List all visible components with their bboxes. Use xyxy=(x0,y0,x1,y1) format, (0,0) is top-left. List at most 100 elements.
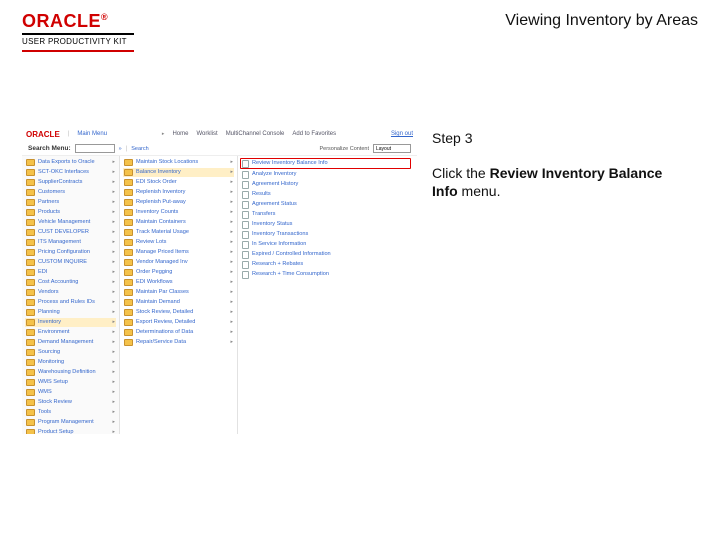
chevron-right-icon: ▸ xyxy=(230,318,233,327)
menu-item-label: Export Review, Detailed xyxy=(136,318,195,327)
chevron-right-icon: ▸ xyxy=(112,388,115,397)
menu-item[interactable]: Order Pegging▸ xyxy=(123,268,234,277)
menu-item[interactable]: Program Management▸ xyxy=(25,418,116,427)
menu-item[interactable]: EDI Workflows▸ xyxy=(123,278,234,287)
menu-item[interactable]: Products▸ xyxy=(25,208,116,217)
folder-icon xyxy=(124,229,133,236)
menu-item[interactable]: Sourcing▸ xyxy=(25,348,116,357)
folder-icon xyxy=(124,329,133,336)
home-link[interactable]: Home xyxy=(172,131,188,137)
menu-item[interactable]: Warehousing Definition▸ xyxy=(25,368,116,377)
menu-item[interactable]: Maintain Demand▸ xyxy=(123,298,234,307)
menu-item[interactable]: Maintain Par Classes▸ xyxy=(123,288,234,297)
menu-item[interactable]: Research + Time Consumption xyxy=(241,270,410,279)
menu-item-label: Inventory Transactions xyxy=(252,230,308,239)
menu-item-label: Transfers xyxy=(252,210,275,219)
menu-item[interactable]: Inventory▸ xyxy=(25,318,116,327)
menu-item-label: Repair/Service Data xyxy=(136,338,186,347)
menu-item[interactable]: ITS Management▸ xyxy=(25,238,116,247)
folder-icon xyxy=(124,169,133,176)
menu-item[interactable]: Partners▸ xyxy=(25,198,116,207)
menu-item[interactable]: In Service Information xyxy=(241,240,410,249)
menu-item[interactable]: Replenish Inventory▸ xyxy=(123,188,234,197)
menu-item[interactable]: Maintain Containers▸ xyxy=(123,218,234,227)
menu-item[interactable]: Research + Rebates xyxy=(241,260,410,269)
file-icon xyxy=(242,181,249,189)
menu-item[interactable]: Results xyxy=(241,190,410,199)
chevron-right-icon: ▸ xyxy=(230,188,233,197)
highlighted-target[interactable]: Review Inventory Balance Info xyxy=(240,158,411,169)
menu-item[interactable]: Agreement History xyxy=(241,180,410,189)
main-menu-link[interactable]: Main Menu xyxy=(77,131,107,137)
menu-item-label: Agreement History xyxy=(252,180,298,189)
menu-item[interactable]: SupplierContracts▸ xyxy=(25,178,116,187)
menu-item[interactable]: Monitoring▸ xyxy=(25,358,116,367)
folder-icon xyxy=(26,349,35,356)
menu-item-label: Partners xyxy=(38,198,59,207)
fav-link[interactable]: Add to Favorites xyxy=(292,131,336,137)
menu-item[interactable]: Product Setup▸ xyxy=(25,428,116,434)
signout-link[interactable]: Sign out xyxy=(391,131,413,137)
menu-item-label: Maintain Containers xyxy=(136,218,186,227)
menu-item[interactable]: Track Material Usage▸ xyxy=(123,228,234,237)
menu-item[interactable]: Expired / Controlled Information xyxy=(241,250,410,259)
logo-rule-black xyxy=(22,33,134,35)
menu-item[interactable]: Customers▸ xyxy=(25,188,116,197)
menu-item[interactable]: Maintain Stock Locations▸ xyxy=(123,158,234,167)
menu-item[interactable]: Replenish Put-away▸ xyxy=(123,198,234,207)
menu-item[interactable]: WMS▸ xyxy=(25,388,116,397)
menu-item[interactable]: Inventory Status xyxy=(241,220,410,229)
chevron-right-icon: ▸ xyxy=(112,238,115,247)
menu-item[interactable]: Process and Rules IDs▸ xyxy=(25,298,116,307)
menu-item[interactable]: EDI Stock Order▸ xyxy=(123,178,234,187)
menu-item[interactable]: Vendors▸ xyxy=(25,288,116,297)
menu-item[interactable]: Agreement Status xyxy=(241,200,410,209)
search-go-icon[interactable]: » xyxy=(119,146,122,152)
search-input[interactable] xyxy=(75,144,115,153)
folder-icon xyxy=(26,299,35,306)
menu-item[interactable]: Demand Management▸ xyxy=(25,338,116,347)
menu-item[interactable]: Transfers xyxy=(241,210,410,219)
menu-item[interactable]: Manage Priced Items▸ xyxy=(123,248,234,257)
menu-item-label: Expired / Controlled Information xyxy=(252,250,331,259)
search-link[interactable]: Search xyxy=(131,146,148,152)
menu-item[interactable]: Balance Inventory▸ xyxy=(123,168,234,177)
menu-item[interactable]: WMS Setup▸ xyxy=(25,378,116,387)
menu-item[interactable]: Environment▸ xyxy=(25,328,116,337)
menu-item[interactable]: CUSTOM INQUIRE▸ xyxy=(25,258,116,267)
chevron-right-icon: ▸ xyxy=(112,218,115,227)
menu-item[interactable]: Pricing Configuration▸ xyxy=(25,248,116,257)
mcc-link[interactable]: MultiChannel Console xyxy=(226,131,285,137)
menu-item[interactable]: Tools▸ xyxy=(25,408,116,417)
menu-item[interactable]: Review Lots▸ xyxy=(123,238,234,247)
menu-item[interactable]: Review Inventory Balance Info xyxy=(241,159,410,168)
menu-item[interactable]: Determinations of Data▸ xyxy=(123,328,234,337)
app-screenshot: ORACLE | Main Menu ▸ Home Worklist Multi… xyxy=(22,126,417,434)
menu-item[interactable]: Inventory Transactions xyxy=(241,230,410,239)
menu-item[interactable]: SCT-OKC Interfaces▸ xyxy=(25,168,116,177)
menu-item[interactable]: CUST DEVELOPER▸ xyxy=(25,228,116,237)
folder-icon xyxy=(124,299,133,306)
menu-item[interactable]: Export Review, Detailed ▸ xyxy=(123,318,234,327)
folder-icon xyxy=(26,369,35,376)
menu-item[interactable]: Inventory Counts▸ xyxy=(123,208,234,217)
chevron-right-icon: ▸ xyxy=(112,298,115,307)
menu-item-label: Warehousing Definition xyxy=(38,368,96,377)
worklist-link[interactable]: Worklist xyxy=(196,131,217,137)
file-icon xyxy=(242,231,249,239)
step-heading: Step 3 xyxy=(432,130,690,146)
folder-icon xyxy=(26,179,35,186)
menu-item[interactable]: Analyze Inventory xyxy=(241,170,410,179)
personalize-select[interactable] xyxy=(373,144,411,153)
chevron-right-icon: ▸ xyxy=(230,208,233,217)
menu-item[interactable]: Vendor Managed Inv▸ xyxy=(123,258,234,267)
menu-item[interactable]: Vehicle Management▸ xyxy=(25,218,116,227)
menu-item[interactable]: Stock Review, Detailed▸ xyxy=(123,308,234,317)
menu-item[interactable]: Data Exports to Oracle▸ xyxy=(25,158,116,167)
menu-item[interactable]: Planning▸ xyxy=(25,308,116,317)
menu-item-label: EDI xyxy=(38,268,47,277)
menu-item[interactable]: Repair/Service Data▸ xyxy=(123,338,234,347)
menu-item[interactable]: Cost Accounting▸ xyxy=(25,278,116,287)
menu-item[interactable]: EDI▸ xyxy=(25,268,116,277)
menu-item[interactable]: Stock Review▸ xyxy=(25,398,116,407)
